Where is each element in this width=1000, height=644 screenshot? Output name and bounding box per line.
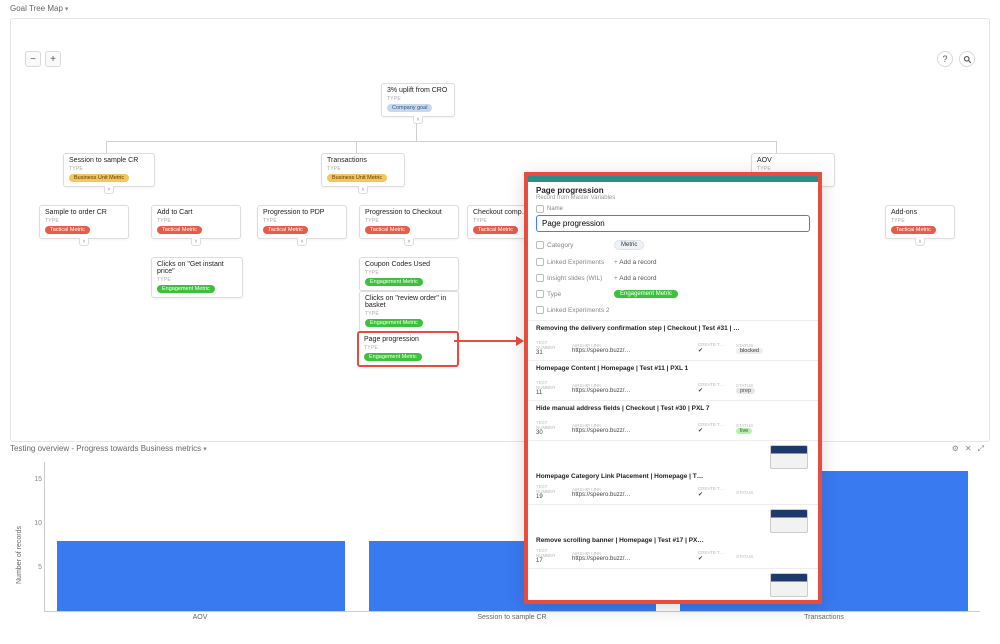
x-tick-label: Transactions	[668, 614, 980, 621]
node-title: 3% uplift from CRO	[387, 87, 449, 94]
tree-node-coupon-codes[interactable]: Coupon Codes Used TYPE Engagement Metric	[359, 257, 459, 291]
chevron-down-icon: ▾	[203, 445, 207, 453]
y-axis-label: Number of records	[16, 526, 23, 584]
tree-node-prog-pdp[interactable]: Progression to PDP TYPE Tactical Metric …	[257, 205, 347, 239]
tree-node-page-progression[interactable]: Page progression TYPE Engagement Metric	[357, 331, 459, 367]
goal-tree-title[interactable]: Goal Tree Map▾	[10, 4, 68, 13]
tree-node-session-cr[interactable]: Session to sample CR TYPE Business Unit …	[63, 153, 155, 187]
name-input[interactable]	[536, 215, 810, 232]
close-icon[interactable]: ✕	[965, 444, 972, 454]
experiment-title: Hide manual address fields | Checkout | …	[536, 405, 810, 412]
tree-node-transactions[interactable]: Transactions TYPE Business Unit Metric ˄	[321, 153, 405, 187]
name-label: Name	[536, 205, 810, 213]
tree-node-sample-order[interactable]: Sample to order CR TYPE Tactical Metric …	[39, 205, 129, 239]
x-tick-label: Session to sample CR	[356, 614, 668, 621]
expand-icon[interactable]: ˅	[104, 186, 114, 194]
y-tick-label: 10	[32, 520, 42, 527]
chart-title[interactable]: Testing overview - Progress towards Busi…	[10, 444, 990, 453]
experiment-list: Removing the delivery confirmation step …	[528, 318, 818, 600]
tree-node-prog-checkout[interactable]: Progression to Checkout TYPE Tactical Me…	[359, 205, 459, 239]
expand-icon[interactable]: ˄	[358, 186, 368, 194]
bar	[57, 541, 345, 611]
y-tick-label: 15	[32, 476, 42, 483]
arrow-icon	[454, 340, 516, 342]
expand-icon[interactable]: ˄	[915, 238, 925, 246]
bar-chart	[44, 462, 980, 612]
tree-panel: − + ? 3% uplift from CRO TYPE Company go…	[10, 18, 990, 442]
expand-icon[interactable]: ⤢	[978, 444, 984, 454]
y-tick-label: 5	[32, 564, 42, 571]
experiment-row[interactable]: Homepage Category Link Placement | Homep…	[528, 440, 818, 504]
experiment-row[interactable]: Coupon Code Visibility | Cart | Test #18…	[528, 568, 818, 600]
expand-icon[interactable]: ˄	[79, 238, 89, 246]
tree-node-addons[interactable]: Add-ons TYPE Tactical Metric ˄	[885, 205, 955, 239]
node-type-label: TYPE	[387, 96, 449, 102]
arrow-head-icon	[516, 336, 524, 346]
chevron-down-icon: ▾	[65, 5, 69, 13]
thumbnail	[770, 573, 808, 597]
experiment-row[interactable]: Removing the delivery confirmation step …	[528, 320, 818, 360]
linked-exp-add[interactable]: Add a record	[614, 259, 810, 266]
detail-title: Page progression	[536, 186, 810, 195]
type-value[interactable]: Engagement Metric	[614, 290, 810, 298]
expand-icon[interactable]: ˄	[413, 116, 423, 124]
experiment-row[interactable]: Remove scrolling banner | Homepage | Tes…	[528, 504, 818, 568]
expand-icon[interactable]: ˄	[297, 238, 307, 246]
thumbnail	[770, 509, 808, 533]
tree-node-review-order[interactable]: Clicks on "review order" in basket TYPE …	[359, 291, 459, 332]
experiment-row[interactable]: Homepage Content | Homepage | Test #11 |…	[528, 360, 818, 400]
experiment-row[interactable]: Hide manual address fields | Checkout | …	[528, 400, 818, 440]
insight-label: Insight slides (WIL)	[536, 274, 614, 282]
gear-icon[interactable]: ⚙	[952, 444, 959, 454]
experiment-title: Removing the delivery confirmation step …	[536, 325, 810, 332]
chart-panel: Testing overview - Progress towards Busi…	[10, 444, 990, 634]
tree-node-add-to-cart[interactable]: Add to Cart TYPE Tactical Metric ˅	[151, 205, 241, 239]
experiment-title: Homepage Content | Homepage | Test #11 |…	[536, 365, 810, 372]
linked-exp2-label: Linked Experiments 2	[536, 306, 614, 314]
tree-node-get-instant[interactable]: Clicks on "Get instant price" TYPE Engag…	[151, 257, 243, 298]
experiment-title: Homepage Category Link Placement | Homep…	[536, 473, 810, 480]
linked-exp-label: Linked Experiments	[536, 258, 614, 266]
category-value[interactable]: Metric	[614, 240, 810, 250]
insight-add[interactable]: Add a record	[614, 275, 810, 282]
detail-panel: Page progression Record from Master Vari…	[524, 172, 822, 604]
type-label: Type	[536, 290, 614, 298]
expand-icon[interactable]: ˅	[191, 238, 201, 246]
experiment-title: Remove scrolling banner | Homepage | Tes…	[536, 537, 810, 544]
x-tick-label: AOV	[44, 614, 356, 621]
category-label: Category	[536, 241, 614, 249]
node-badge: Company goal	[387, 104, 432, 112]
thumbnail	[770, 445, 808, 469]
expand-icon[interactable]: ˅	[404, 238, 414, 246]
tree-node-root[interactable]: 3% uplift from CRO TYPE Company goal ˄	[381, 83, 455, 117]
